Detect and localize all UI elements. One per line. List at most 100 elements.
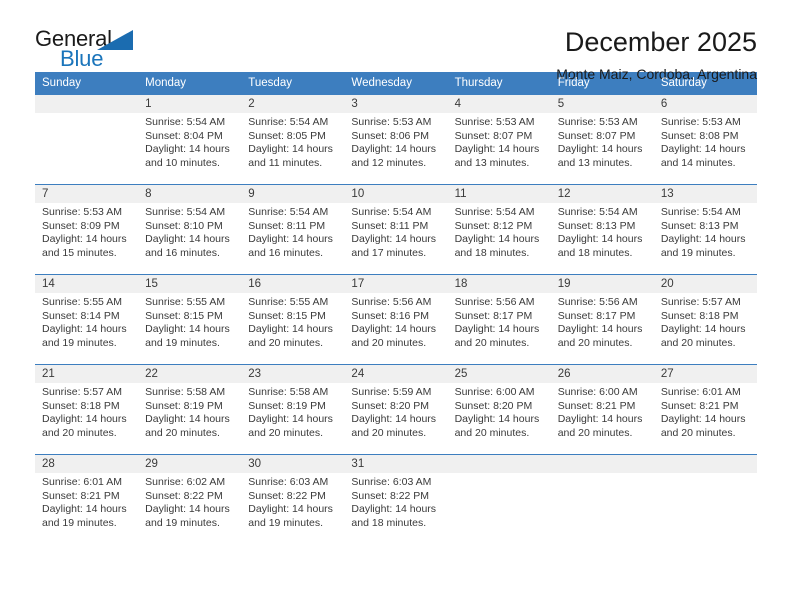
calendar-week-row: 1 Sunrise: 5:54 AM Sunset: 8:04 PM Daylight… bbox=[35, 94, 757, 185]
calendar-day-cell-empty bbox=[653, 454, 757, 545]
sunset-text: Sunset: 8:04 PM bbox=[145, 129, 223, 142]
sunrise-text: Sunrise: 5:54 AM bbox=[145, 116, 226, 128]
calendar-day-cell[interactable]: 6 Sunrise: 5:53 AM Sunset: 8:08 PM Daylight… bbox=[653, 94, 757, 185]
calendar-day-cell[interactable]: 8 Sunrise: 5:54 AM Sunset: 8:10 PM Daylight… bbox=[138, 184, 242, 275]
sunrise-text: Sunrise: 5:54 AM bbox=[557, 206, 638, 218]
calendar-day-cell[interactable]: 12 Sunrise: 5:54 AM Sunset: 8:13 PM Dayligh… bbox=[550, 184, 654, 275]
day-details bbox=[550, 473, 654, 545]
sunset-text: Sunset: 8:13 PM bbox=[660, 219, 739, 232]
day-cell-inner: 27 Sunrise: 6:01 AM Sunset: 8:21 PM Dayligh… bbox=[653, 365, 757, 454]
daylight-text: Daylight: 14 hours and 18 minutes. bbox=[351, 503, 437, 529]
daylight-text: Daylight: 14 hours and 11 minutes. bbox=[248, 143, 333, 169]
calendar-day-cell[interactable]: 26 Sunrise: 6:00 AM Sunset: 8:21 PM Dayligh… bbox=[550, 364, 654, 455]
calendar-day-cell[interactable]: 21 Sunrise: 5:57 AM Sunset: 8:18 PM Dayligh… bbox=[35, 364, 139, 455]
day-number: 27 bbox=[653, 365, 757, 383]
day-cell-inner: 20 Sunrise: 5:57 AM Sunset: 8:18 PM Dayligh… bbox=[653, 275, 757, 364]
calendar-day-cell-empty bbox=[447, 454, 551, 545]
sunrise-text: Sunrise: 6:00 AM bbox=[454, 386, 535, 398]
day-cell-inner: 13 Sunrise: 5:54 AM Sunset: 8:13 PM Dayligh… bbox=[653, 185, 757, 274]
sunset-text: Sunset: 8:12 PM bbox=[454, 219, 533, 232]
day-cell-inner: 29 Sunrise: 6:02 AM Sunset: 8:22 PM Dayligh… bbox=[138, 455, 242, 545]
calendar-day-cell[interactable]: 22 Sunrise: 5:58 AM Sunset: 8:19 PM Dayligh… bbox=[138, 364, 242, 455]
day-details: Sunrise: 6:02 AM Sunset: 8:22 PM Daylight:… bbox=[138, 473, 242, 545]
sunrise-text: Sunrise: 6:01 AM bbox=[660, 386, 741, 398]
calendar-day-cell[interactable]: 30 Sunrise: 6:03 AM Sunset: 8:22 PM Dayligh… bbox=[241, 454, 345, 545]
day-cell-inner: 10 Sunrise: 5:54 AM Sunset: 8:11 PM Dayligh… bbox=[344, 185, 448, 274]
day-number: 5 bbox=[550, 95, 654, 113]
day-details: Sunrise: 5:55 AM Sunset: 8:15 PM Daylight:… bbox=[138, 293, 242, 364]
calendar-day-cell[interactable]: 19 Sunrise: 5:56 AM Sunset: 8:17 PM Dayligh… bbox=[550, 274, 654, 365]
calendar-day-cell[interactable]: 10 Sunrise: 5:54 AM Sunset: 8:11 PM Dayligh… bbox=[344, 184, 448, 275]
daylight-text: Daylight: 14 hours and 15 minutes. bbox=[42, 233, 127, 259]
day-cell-inner: 11 Sunrise: 5:54 AM Sunset: 8:12 PM Dayligh… bbox=[447, 185, 551, 274]
sunset-text: Sunset: 8:19 PM bbox=[248, 399, 326, 412]
calendar-day-cell[interactable]: 31 Sunrise: 6:03 AM Sunset: 8:22 PM Dayligh… bbox=[344, 454, 448, 545]
sunset-text: Sunset: 8:13 PM bbox=[557, 219, 636, 232]
day-cell-inner: 7 Sunrise: 5:53 AM Sunset: 8:09 PM Daylight… bbox=[35, 185, 139, 274]
sunrise-text: Sunrise: 5:55 AM bbox=[145, 296, 226, 308]
sunrise-text: Sunrise: 5:58 AM bbox=[248, 386, 329, 398]
day-cell-inner: 17 Sunrise: 5:56 AM Sunset: 8:16 PM Dayligh… bbox=[344, 275, 448, 364]
sunrise-text: Sunrise: 5:53 AM bbox=[454, 116, 535, 128]
calendar-day-cell[interactable]: 7 Sunrise: 5:53 AM Sunset: 8:09 PM Daylight… bbox=[35, 184, 139, 275]
calendar-day-cell[interactable]: 9 Sunrise: 5:54 AM Sunset: 8:11 PM Daylight… bbox=[241, 184, 345, 275]
sunrise-sunset-calendar: Sunday Monday Tuesday Wednesday Thursday… bbox=[35, 72, 757, 545]
sunset-text: Sunset: 8:17 PM bbox=[557, 309, 636, 322]
calendar-day-cell[interactable]: 2 Sunrise: 5:54 AM Sunset: 8:05 PM Daylight… bbox=[241, 94, 345, 185]
calendar-day-cell[interactable]: 23 Sunrise: 5:58 AM Sunset: 8:19 PM Dayligh… bbox=[241, 364, 345, 455]
sunrise-text: Sunrise: 5:54 AM bbox=[248, 206, 329, 218]
daylight-text: Daylight: 14 hours and 20 minutes. bbox=[454, 323, 540, 349]
day-details: Sunrise: 5:55 AM Sunset: 8:15 PM Daylight:… bbox=[241, 293, 345, 364]
weekday-header-wednesday: Wednesday bbox=[344, 72, 448, 95]
day-number: 1 bbox=[138, 95, 242, 113]
daylight-text: Daylight: 14 hours and 17 minutes. bbox=[351, 233, 437, 259]
daylight-text: Daylight: 14 hours and 13 minutes. bbox=[454, 143, 540, 169]
calendar-day-cell[interactable]: 18 Sunrise: 5:56 AM Sunset: 8:17 PM Dayligh… bbox=[447, 274, 551, 365]
day-cell-inner: 18 Sunrise: 5:56 AM Sunset: 8:17 PM Dayligh… bbox=[447, 275, 551, 364]
day-cell-inner: 26 Sunrise: 6:00 AM Sunset: 8:21 PM Dayligh… bbox=[550, 365, 654, 454]
calendar-day-cell[interactable]: 13 Sunrise: 5:54 AM Sunset: 8:13 PM Dayligh… bbox=[653, 184, 757, 275]
daylight-text: Daylight: 14 hours and 10 minutes. bbox=[145, 143, 230, 169]
day-number: 2 bbox=[241, 95, 345, 113]
calendar-day-cell[interactable]: 24 Sunrise: 5:59 AM Sunset: 8:20 PM Dayligh… bbox=[344, 364, 448, 455]
calendar-day-cell[interactable]: 29 Sunrise: 6:02 AM Sunset: 8:22 PM Dayligh… bbox=[138, 454, 242, 545]
sunset-text: Sunset: 8:22 PM bbox=[145, 489, 223, 502]
calendar-day-cell[interactable]: 27 Sunrise: 6:01 AM Sunset: 8:21 PM Dayligh… bbox=[653, 364, 757, 455]
day-details: Sunrise: 5:54 AM Sunset: 8:12 PM Daylight:… bbox=[447, 203, 551, 274]
sunset-text: Sunset: 8:16 PM bbox=[351, 309, 430, 322]
weekday-header-thursday: Thursday bbox=[447, 72, 551, 95]
day-number: 9 bbox=[241, 185, 345, 203]
daylight-text: Daylight: 14 hours and 20 minutes. bbox=[248, 413, 333, 439]
sunset-text: Sunset: 8:11 PM bbox=[351, 219, 429, 232]
calendar-day-cell[interactable]: 17 Sunrise: 5:56 AM Sunset: 8:16 PM Dayligh… bbox=[344, 274, 448, 365]
day-number bbox=[653, 455, 757, 473]
calendar-day-cell[interactable]: 4 Sunrise: 5:53 AM Sunset: 8:07 PM Daylight… bbox=[447, 94, 551, 185]
daylight-text: Daylight: 14 hours and 18 minutes. bbox=[557, 233, 643, 259]
calendar-day-cell[interactable]: 20 Sunrise: 5:57 AM Sunset: 8:18 PM Dayligh… bbox=[653, 274, 757, 365]
daylight-text: Daylight: 14 hours and 20 minutes. bbox=[660, 413, 746, 439]
calendar-day-cell[interactable]: 16 Sunrise: 5:55 AM Sunset: 8:15 PM Dayligh… bbox=[241, 274, 345, 365]
day-number: 19 bbox=[550, 275, 654, 293]
sunset-text: Sunset: 8:14 PM bbox=[42, 309, 120, 322]
daylight-text: Daylight: 14 hours and 12 minutes. bbox=[351, 143, 437, 169]
day-details bbox=[35, 113, 139, 184]
day-number: 25 bbox=[447, 365, 551, 383]
day-number: 26 bbox=[550, 365, 654, 383]
calendar-day-cell[interactable]: 3 Sunrise: 5:53 AM Sunset: 8:06 PM Daylight… bbox=[344, 94, 448, 185]
calendar-day-cell[interactable]: 28 Sunrise: 6:01 AM Sunset: 8:21 PM Dayligh… bbox=[35, 454, 139, 545]
calendar-day-cell[interactable]: 1 Sunrise: 5:54 AM Sunset: 8:04 PM Daylight… bbox=[138, 94, 242, 185]
day-details: Sunrise: 6:01 AM Sunset: 8:21 PM Daylight:… bbox=[653, 383, 757, 454]
calendar-week-row: 28 Sunrise: 6:01 AM Sunset: 8:21 PM Dayligh… bbox=[35, 454, 757, 545]
page-header: General Blue December 2025 Monte Maiz, C… bbox=[35, 0, 757, 81]
sunrise-text: Sunrise: 5:56 AM bbox=[454, 296, 535, 308]
calendar-day-cell[interactable]: 15 Sunrise: 5:55 AM Sunset: 8:15 PM Dayligh… bbox=[138, 274, 242, 365]
day-details: Sunrise: 6:03 AM Sunset: 8:22 PM Daylight:… bbox=[241, 473, 345, 545]
calendar-day-cell[interactable]: 5 Sunrise: 5:53 AM Sunset: 8:07 PM Daylight… bbox=[550, 94, 654, 185]
general-blue-logo[interactable]: General Blue bbox=[35, 28, 145, 74]
calendar-day-cell[interactable]: 14 Sunrise: 5:55 AM Sunset: 8:14 PM Dayligh… bbox=[35, 274, 139, 365]
calendar-day-cell[interactable]: 11 Sunrise: 5:54 AM Sunset: 8:12 PM Dayligh… bbox=[447, 184, 551, 275]
weekday-header-sunday: Sunday bbox=[35, 72, 139, 95]
daylight-text: Daylight: 14 hours and 20 minutes. bbox=[660, 323, 746, 349]
day-details: Sunrise: 5:54 AM Sunset: 8:04 PM Daylight:… bbox=[138, 113, 242, 184]
calendar-day-cell[interactable]: 25 Sunrise: 6:00 AM Sunset: 8:20 PM Dayligh… bbox=[447, 364, 551, 455]
